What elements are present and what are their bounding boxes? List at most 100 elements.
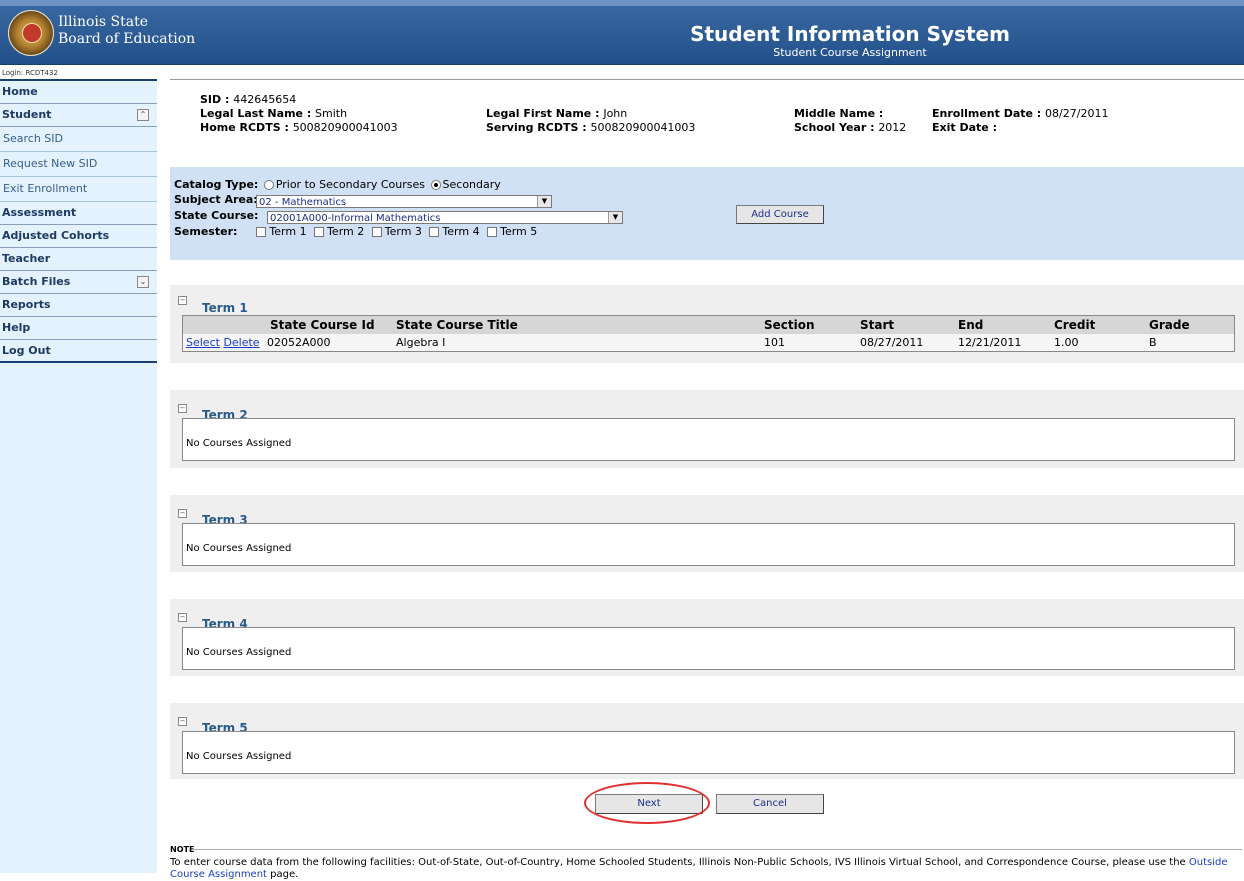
sidebar-item-teacher[interactable]: Teacher: [0, 248, 157, 271]
col-end: End: [955, 316, 1051, 334]
sidebar-item-label: Log Out: [2, 344, 51, 357]
cancel-button[interactable]: Cancel: [716, 794, 824, 814]
home-rcdts-value: 500820900041003: [292, 121, 398, 134]
sidebar-item-exit-enrollment[interactable]: Exit Enrollment: [0, 177, 157, 202]
term4-checkbox[interactable]: [429, 227, 440, 237]
sidebar-item-label: Teacher: [2, 252, 51, 265]
term1-title: Term 1: [202, 301, 248, 315]
catalog-secondary-label: Secondary: [442, 178, 501, 191]
sidebar-item-request-new-sid[interactable]: Request New SID: [0, 152, 157, 177]
term3-panel: − Term 3 No Courses Assigned: [170, 495, 1244, 572]
school-year-field: School Year : 2012: [794, 121, 906, 134]
sidebar-item-batch-files[interactable]: Batch Files ⌄: [0, 271, 157, 294]
highlight-annotation: [584, 782, 710, 824]
sid-label: SID :: [200, 93, 234, 106]
home-rcdts-label: Home RCDTS :: [200, 121, 293, 134]
catalog-prior-radio[interactable]: [263, 180, 274, 190]
course-filter-panel: Catalog Type: Prior to Secondary Courses…: [170, 167, 1244, 260]
cell-end: 12/21/2011: [958, 336, 1022, 349]
note-text-after: page.: [266, 869, 299, 880]
chevron-down-icon[interactable]: ▼: [608, 212, 622, 223]
no-courses-text: No Courses Assigned: [186, 543, 292, 554]
sidebar-item-student[interactable]: Student ⌃: [0, 104, 157, 127]
note-text-before: To enter course data from the following …: [170, 857, 1189, 868]
collapse-icon[interactable]: −: [178, 404, 187, 413]
note-text: To enter course data from the following …: [170, 857, 1244, 881]
collapse-icon[interactable]: ⌃: [137, 109, 149, 121]
collapse-icon[interactable]: −: [178, 296, 187, 305]
sidebar-nav: Home Student ⌃ Search SID Request New SID…: [0, 81, 157, 363]
org-name-line1: Illinois State: [58, 14, 148, 30]
sidebar-item-search-sid[interactable]: Search SID: [0, 127, 157, 152]
semester-row: Semester: Term 1 Term 2 Term 3 Term 4 Te…: [174, 225, 537, 238]
collapse-icon[interactable]: −: [178, 717, 187, 726]
term2-checkbox[interactable]: [314, 227, 325, 237]
term4-checkbox-label: Term 4: [442, 225, 480, 238]
catalog-prior-label: Prior to Secondary Courses: [275, 178, 426, 191]
enrollment-date-value: 08/27/2011: [1045, 107, 1109, 120]
sidebar-item-assessment[interactable]: Assessment: [0, 202, 157, 225]
state-course-value: 02001A000-Informal Mathematics: [270, 213, 441, 224]
sidebar-item-label: Request New SID: [3, 157, 98, 170]
header-top-stripe: [0, 0, 1244, 6]
cell-section: 101: [764, 336, 785, 349]
main-content: SID : 442645654 Legal Last Name : Smith …: [170, 65, 1244, 880]
term1-courses-table: State Course Id State Course Title Secti…: [182, 315, 1235, 352]
enrollment-date-field: Enrollment Date : 08/27/2011: [932, 107, 1108, 120]
select-link[interactable]: Select: [186, 336, 220, 349]
note-divider: [192, 849, 1242, 850]
term3-courses-box: No Courses Assigned: [182, 523, 1235, 566]
row-actions: Select Delete: [183, 334, 267, 351]
sidebar-item-label: Home: [2, 85, 38, 98]
state-course-select[interactable]: 02001A000-Informal Mathematics ▼: [267, 211, 623, 224]
add-course-button[interactable]: Add Course: [736, 205, 824, 224]
sidebar-item-log-out[interactable]: Log Out: [0, 340, 157, 363]
col-credit: Credit: [1051, 316, 1146, 334]
state-course-row: State Course:: [174, 209, 258, 222]
collapse-icon[interactable]: −: [178, 613, 187, 622]
term1-checkbox[interactable]: [256, 227, 267, 237]
sidebar-item-adjusted-cohorts[interactable]: Adjusted Cohorts: [0, 225, 157, 248]
sidebar-item-home[interactable]: Home: [0, 81, 157, 104]
col-section: Section: [761, 316, 857, 334]
exit-date-field: Exit Date :: [932, 121, 997, 134]
cell-start: 08/27/2011: [860, 336, 924, 349]
catalog-type-label: Catalog Type:: [174, 178, 259, 191]
org-logo-text: Illinois State Board of Education: [58, 14, 195, 48]
term1-panel: − Term 1 State Course Id State Course Ti…: [170, 285, 1244, 363]
sidebar-item-reports[interactable]: Reports: [0, 294, 157, 317]
middle-name-field: Middle Name :: [794, 107, 883, 120]
term2-courses-box: No Courses Assigned: [182, 418, 1235, 461]
cell-credit: 1.00: [1054, 336, 1079, 349]
sidebar-item-label: Exit Enrollment: [3, 182, 88, 195]
subject-area-select[interactable]: 02 - Mathematics ▼: [256, 195, 552, 208]
term3-checkbox[interactable]: [371, 227, 382, 237]
first-name-field: Legal First Name : John: [486, 107, 627, 120]
sidebar-item-help[interactable]: Help: [0, 317, 157, 340]
page-title: Student Information System: [690, 22, 1010, 46]
sidebar-item-label: Assessment: [2, 206, 77, 219]
term5-courses-box: No Courses Assigned: [182, 731, 1235, 774]
serving-rcdts-label: Serving RCDTS :: [486, 121, 591, 134]
no-courses-text: No Courses Assigned: [186, 438, 292, 449]
sidebar-item-label: Help: [2, 321, 31, 334]
term3-checkbox-label: Term 3: [384, 225, 422, 238]
sidebar: Login: RCDT432 Home Student ⌃ Search SID …: [0, 65, 157, 873]
last-name-field: Legal Last Name : Smith: [200, 107, 347, 120]
sid-field: SID : 442645654: [200, 93, 296, 106]
catalog-secondary-radio[interactable]: [430, 180, 441, 190]
sidebar-item-label: Reports: [2, 298, 51, 311]
serving-rcdts-value: 500820900041003: [590, 121, 696, 134]
term5-checkbox[interactable]: [487, 227, 498, 237]
expand-icon[interactable]: ⌄: [137, 276, 149, 288]
delete-link[interactable]: Delete: [223, 336, 259, 349]
collapse-icon[interactable]: −: [178, 509, 187, 518]
first-name-label: Legal First Name :: [486, 107, 604, 120]
chevron-down-icon[interactable]: ▼: [537, 196, 551, 207]
subject-area-value: 02 - Mathematics: [259, 197, 347, 208]
first-name-value: John: [603, 107, 628, 120]
term1-checkbox-label: Term 1: [269, 225, 307, 238]
subject-area-label: Subject Area:: [174, 193, 258, 206]
col-start: Start: [857, 316, 955, 334]
term2-checkbox-label: Term 2: [327, 225, 365, 238]
